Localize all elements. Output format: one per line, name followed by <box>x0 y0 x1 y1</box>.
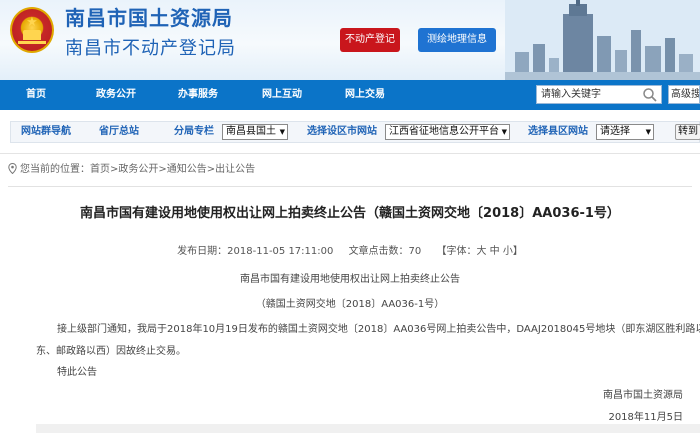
view-count: 文章点击数：70 <box>348 246 422 257</box>
divider <box>8 186 692 187</box>
site-group-nav-label: 网站群导航 <box>21 126 71 137</box>
font-size-control[interactable]: 【字体：大 中 小】 <box>436 246 522 257</box>
article-paragraph-line1: 接上级部门通知，我局于2018年10月19日发布的赣国土资网交地〔2018〕AA… <box>57 324 700 335</box>
nav-online-interaction[interactable]: 网上互动 <box>262 80 302 110</box>
nav-government-affairs[interactable]: 政务公开 <box>96 80 136 110</box>
chevron-down-icon: ▼ <box>501 128 507 136</box>
footer-strip <box>36 424 700 433</box>
county-site-select[interactable]: 请选择 ▼ <box>596 124 654 140</box>
branch-column-label: 分局专栏 <box>174 126 214 137</box>
provincial-site-link[interactable]: 省厅总站 <box>99 122 139 142</box>
chevron-down-icon: ▼ <box>279 128 285 136</box>
article-meta: 发布日期：2018-11-05 17:11:00 文章点击数：70 【字体：大 … <box>0 242 700 257</box>
district-site-label: 选择设区市网站 <box>307 126 377 137</box>
article-paragraph-line2: 东、邮政路以西）因故终止交易。 <box>36 346 186 357</box>
signature: 南昌市国土资源局 <box>603 390 683 401</box>
publish-date: 发布日期：2018-11-05 17:11:00 <box>177 246 334 257</box>
site-subtitle: 南昌市不动产登记局 <box>65 38 236 59</box>
search-icon[interactable] <box>642 87 658 102</box>
site-header: ★ 南昌市国土资源局 南昌市不动产登记局 不动产登记 测绘地理信息 <box>0 0 700 80</box>
location-pin-icon <box>8 163 17 174</box>
district-site-select[interactable]: 江西省征地信息公开平台 ▼ <box>385 124 510 140</box>
nav-services[interactable]: 办事服务 <box>178 80 218 110</box>
article-body-number: （赣国土资网交地〔2018〕AA036-1号） <box>255 299 445 310</box>
advanced-search-button[interactable]: 高级搜索 <box>668 85 700 104</box>
site-title: 南昌市国土资源局 <box>65 6 233 30</box>
breadcrumb-text[interactable]: 您当前的位置：首页>政务公开>通知公告>出让公告 <box>20 164 255 175</box>
city-skyline-image <box>505 0 700 80</box>
sign-date: 2018年11月5日 <box>608 412 683 423</box>
site-group-links-bar: 网站群导航 省厅总站 分局专栏 南昌县国土 ▼ 选择设区市网站 江西省征地信息公… <box>0 110 700 154</box>
county-select-value: 请选择 <box>600 126 630 137</box>
jump-button[interactable]: 转到 <box>675 124 700 140</box>
district-select-value: 江西省征地信息公开平台 <box>389 126 499 137</box>
surveying-geo-info-button[interactable]: 测绘地理信息 <box>418 28 496 52</box>
article-body-title: 南昌市国有建设用地使用权出让网上拍卖终止公告 <box>240 274 460 285</box>
national-emblem-logo: ★ <box>10 7 54 53</box>
nav-online-trading[interactable]: 网上交易 <box>345 80 385 110</box>
breadcrumb: 您当前的位置：首页>政务公开>通知公告>出让公告 <box>8 163 255 177</box>
branch-select[interactable]: 南昌县国土 ▼ <box>222 124 288 140</box>
branch-select-value: 南昌县国土 <box>226 126 276 137</box>
special-notice: 特此公告 <box>57 367 97 378</box>
links-bar-inner: 网站群导航 省厅总站 分局专栏 南昌县国土 ▼ 选择设区市网站 江西省征地信息公… <box>10 121 700 143</box>
nav-home[interactable]: 首页 <box>26 80 46 110</box>
chevron-down-icon: ▼ <box>645 128 651 136</box>
article-title: 南昌市国有建设用地使用权出让网上拍卖终止公告（赣国土资网交地〔2018〕AA03… <box>80 206 620 221</box>
county-site-label: 选择县区网站 <box>528 126 588 137</box>
real-estate-registration-button[interactable]: 不动产登记 <box>340 28 400 52</box>
